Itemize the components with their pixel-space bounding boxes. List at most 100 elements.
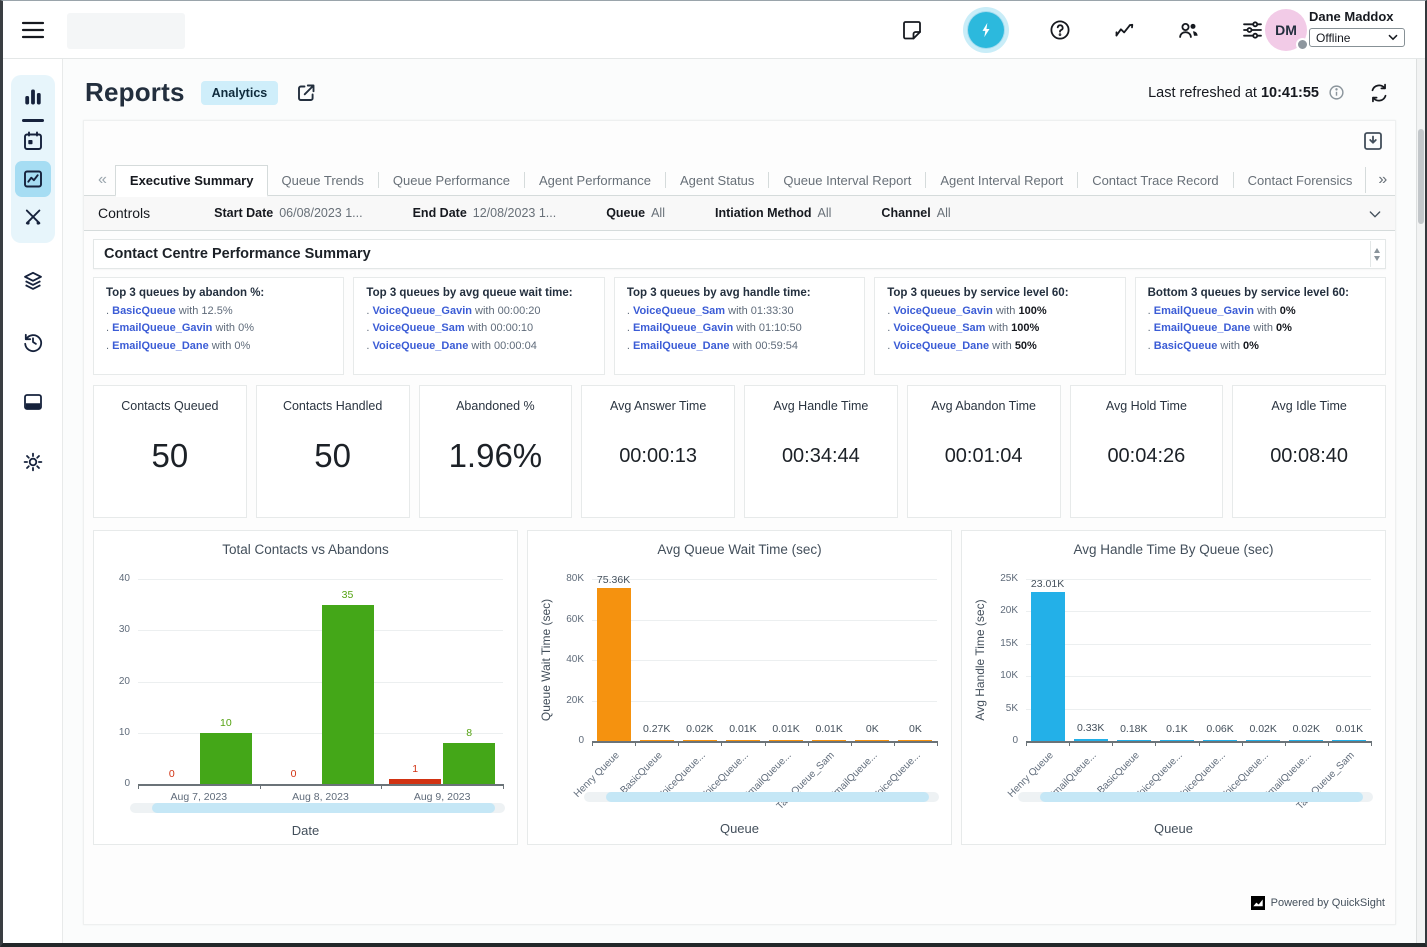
scroll-up-icon[interactable] (1374, 248, 1380, 253)
preferences-sliders-icon[interactable] (1239, 17, 1265, 43)
kpi-card-contacts-queued: Contacts Queued50 (93, 385, 247, 518)
tab-queue-trends[interactable]: Queue Trends (268, 167, 376, 194)
refresh-icon[interactable] (1368, 82, 1390, 104)
user-avatar[interactable]: DM (1265, 9, 1307, 51)
queue-link[interactable]: VoiceQueue_Sam (633, 305, 725, 317)
panel-heading: Top 3 queues by abandon %: (106, 287, 331, 299)
y-axis-label: Avg Handle Time (sec) (973, 599, 987, 720)
control-value[interactable]: 06/08/2023 1... (279, 206, 362, 220)
controls-expand-icon[interactable] (1367, 206, 1383, 222)
chart-scrollbar-thumb[interactable] (152, 803, 495, 813)
sidebar-item-design[interactable] (21, 205, 45, 229)
queue-link[interactable]: VoiceQueue_Sam (373, 322, 465, 334)
sidebar-item-layers[interactable] (21, 269, 45, 293)
control-queue[interactable]: QueueAll (606, 206, 665, 220)
x-tick (138, 784, 139, 789)
y-tick-label: 10 (93, 727, 130, 738)
sidebar-item-reports[interactable] (15, 161, 51, 197)
help-icon[interactable] (1047, 17, 1073, 43)
conjunction: with (1217, 340, 1243, 352)
control-value[interactable]: All (651, 206, 665, 220)
queue-link[interactable]: VoiceQueue_Sam (893, 322, 985, 334)
conjunction: with (176, 305, 202, 317)
sidebar-divider (22, 119, 44, 122)
chart-scrollbar[interactable] (584, 792, 939, 802)
top-bar: DM Dane Maddox Offline (3, 1, 1425, 59)
gridline (1026, 676, 1371, 677)
queue-link[interactable]: EmailQueue_Gavin (633, 322, 733, 334)
metric-value: 00:00:20 (498, 305, 541, 317)
chart-title: Total Contacts vs Abandons (94, 542, 517, 557)
kpi-label: Abandoned % (420, 399, 572, 413)
tab-agent-performance[interactable]: Agent Performance (526, 167, 664, 194)
panel-item: . EmailQueue_Gavin with 0% (1148, 305, 1373, 317)
chart-scrollbar-thumb[interactable] (606, 792, 929, 802)
control-value[interactable]: 12/08/2023 1... (473, 206, 556, 220)
hamburger-menu-icon[interactable] (20, 18, 46, 42)
insight-panel-bottom-3-queues-by-service-level-60: Bottom 3 queues by service level 60: . Em… (1135, 277, 1386, 375)
queue-link[interactable]: EmailQueue_Gavin (1154, 305, 1254, 317)
tab-executive-summary[interactable]: Executive Summary (115, 165, 269, 197)
panel-heading: Bottom 3 queues by service level 60: (1148, 287, 1373, 299)
sidebar-item-settings[interactable] (21, 450, 45, 474)
powered-by: Powered by QuickSight (1251, 896, 1385, 910)
sidebar-item-bar-chart[interactable] (21, 85, 45, 109)
tab-queue-performance[interactable]: Queue Performance (380, 167, 523, 194)
kpi-card-avg-handle-time: Avg Handle Time00:34:44 (744, 385, 898, 518)
control-value[interactable]: All (818, 206, 832, 220)
page-scrollbar-thumb[interactable] (1418, 129, 1424, 224)
control-start-date[interactable]: Start Date06/08/2023 1... (214, 206, 362, 220)
control-end-date[interactable]: End Date12/08/2023 1... (413, 206, 557, 220)
tab-contact-forensics[interactable]: Contact Forensics (1235, 167, 1366, 194)
queue-link[interactable]: VoiceQueue_Dane (893, 340, 989, 352)
notes-icon[interactable] (899, 17, 925, 43)
tabs-scroll-left-icon[interactable]: « (90, 171, 115, 189)
tabs-scroll-right-icon[interactable]: » (1365, 167, 1399, 193)
agents-icon[interactable] (1175, 17, 1201, 43)
tab-agent-status[interactable]: Agent Status (667, 167, 767, 194)
boost-button[interactable] (963, 7, 1009, 53)
gridline (138, 682, 503, 683)
chart-scrollbar[interactable] (130, 803, 505, 813)
scroll-down-icon[interactable] (1374, 256, 1380, 261)
sidebar-item-window[interactable] (21, 390, 45, 414)
metrics-icon[interactable] (1111, 17, 1137, 43)
summary-title: Contact Centre Performance Summary (104, 246, 371, 262)
queue-link[interactable]: EmailQueue_Gavin (112, 322, 212, 334)
kpi-value: 00:08:40 (1233, 445, 1385, 468)
control-intiation-method[interactable]: Intiation MethodAll (715, 206, 831, 220)
x-tick (592, 741, 593, 746)
queue-link[interactable]: VoiceQueue_Dane (373, 340, 469, 352)
tab-separator (524, 172, 525, 188)
tab-agent-interval-report[interactable]: Agent Interval Report (927, 167, 1076, 194)
queue-link[interactable]: VoiceQueue_Gavin (373, 305, 472, 317)
sidebar-item-history[interactable] (21, 330, 45, 354)
queue-link[interactable]: EmailQueue_Dane (112, 340, 209, 352)
tab-queue-interval-report[interactable]: Queue Interval Report (770, 167, 924, 194)
x-tick (1155, 741, 1156, 746)
x-tick (381, 784, 382, 789)
queue-link[interactable]: BasicQueue (112, 305, 176, 317)
control-channel[interactable]: ChannelAll (881, 206, 950, 220)
status-select[interactable]: Offline (1309, 28, 1405, 47)
chart-title: Avg Handle Time By Queue (sec) (962, 542, 1385, 557)
queue-link[interactable]: VoiceQueue_Gavin (893, 305, 992, 317)
download-icon[interactable] (1361, 129, 1385, 153)
sidebar-item-calendar[interactable] (21, 129, 45, 153)
open-external-icon[interactable] (294, 81, 318, 105)
tab-contact-trace-record[interactable]: Contact Trace Record (1079, 167, 1231, 194)
chart-scrollbar[interactable] (1018, 792, 1373, 802)
queue-link[interactable]: BasicQueue (1154, 340, 1218, 352)
summary-title-bar: Contact Centre Performance Summary (93, 239, 1386, 269)
chart-scrollbar-thumb[interactable] (1040, 792, 1363, 802)
control-value[interactable]: All (937, 206, 951, 220)
page-scrollbar[interactable] (1416, 59, 1425, 943)
controls-label: Controls (98, 205, 150, 221)
queue-link[interactable]: EmailQueue_Dane (633, 340, 730, 352)
kpi-value: 1.96% (420, 436, 572, 474)
conjunction: with (725, 305, 751, 317)
queue-link[interactable]: EmailQueue_Dane (1154, 322, 1251, 334)
panel-item: . VoiceQueue_Sam with 01:33:30 (627, 305, 852, 317)
summary-scroll-spinner[interactable] (1370, 241, 1383, 267)
info-icon[interactable] (1328, 84, 1345, 101)
